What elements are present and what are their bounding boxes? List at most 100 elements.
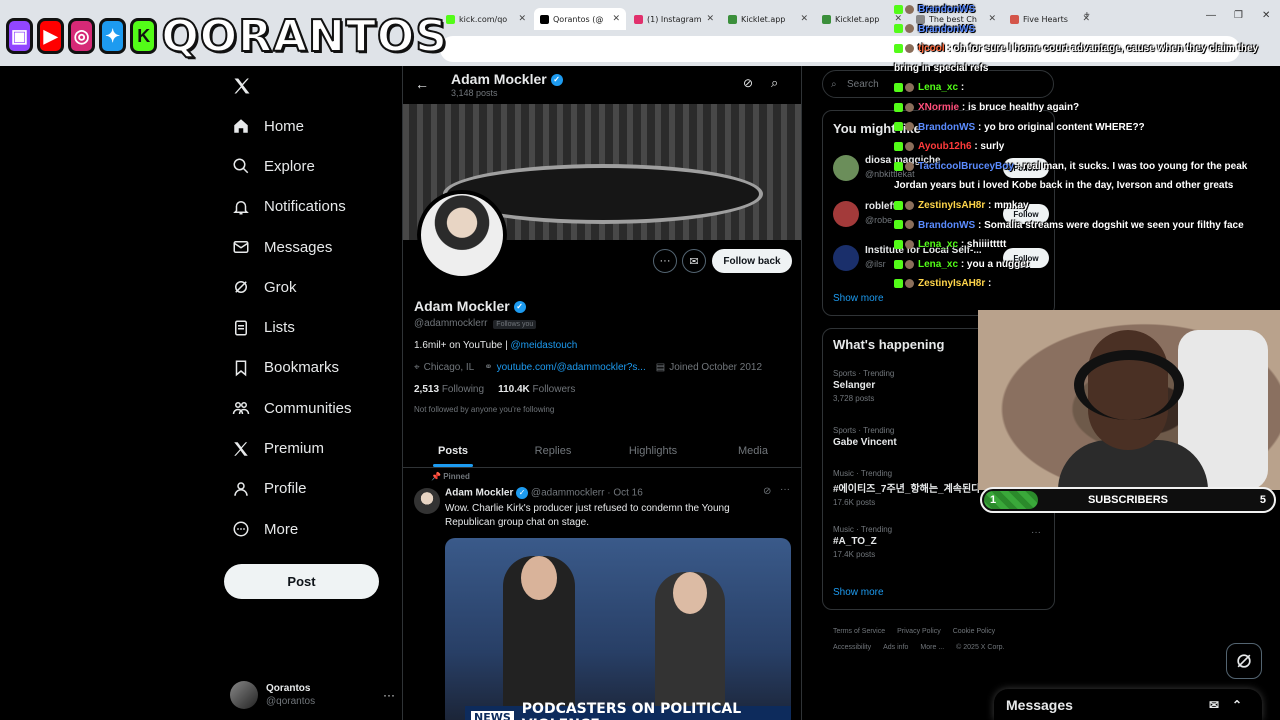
trend-more-icon[interactable]: ··· [1031,527,1041,538]
show-more-trends-link[interactable]: Show more [833,587,884,598]
messages-dock-label: Messages [1006,696,1073,713]
profile-tabs: Posts Replies Highlights Media [403,434,801,468]
footer-link[interactable]: Accessibility [833,644,871,651]
chat-username: ZestinyIsAH8r [918,200,986,211]
webcam-feed [978,310,1280,490]
tab-title: Kicklet.app [741,14,786,24]
following-label: Following [441,384,485,395]
chat-text: : oh for sure l home court advantage, ca… [947,43,1259,55]
verified-icon: ✓ [513,301,526,314]
expand-icon[interactable]: ⌃ [1232,698,1242,712]
search-icon[interactable]: ⌕ [771,75,778,91]
chat-message: bring in special refs [894,63,988,74]
mail-icon [233,241,249,254]
chat-badge-icon [905,102,914,112]
grok-summary-icon[interactable]: ⊘ [743,76,753,90]
post-author-avatar[interactable] [414,488,440,514]
nav-premium[interactable]: Premium [224,428,402,468]
followers-link[interactable]: 110.4K Followers [498,384,575,395]
nav-lists[interactable]: Lists [224,307,402,347]
chat-badge-icon [905,240,914,250]
chat-badge-icon [905,279,914,289]
nav-profile[interactable]: Profile [224,469,402,509]
header-title: Adam Mockler ✓ [451,71,563,87]
footer-link[interactable]: © 2025 X Corp. [956,644,1004,651]
account-switcher[interactable]: Qorantos @qorantos ··· [230,678,395,712]
nav-more[interactable]: More [224,509,402,549]
nav-notifications[interactable]: Notifications [224,187,402,227]
chat-message: Lena_xc : shiiiittttt [894,239,1006,250]
compose-message-icon[interactable]: ✉ [1209,698,1219,712]
chat-badge-icon [905,200,914,210]
grok-post-icon[interactable]: ⊘ [763,486,771,497]
nav-grok[interactable]: Grok [224,267,402,307]
nav-label: More [264,520,299,538]
nav-label: Lists [264,319,295,337]
profile-avatar[interactable] [417,190,507,280]
nav-home[interactable]: Home [224,106,402,146]
chat-username: Lena_xc [918,258,959,270]
show-more-link[interactable]: Show more [833,293,884,304]
tab-close-icon[interactable]: ✕ [612,14,620,24]
footer-link[interactable]: Privacy Policy [897,628,941,635]
post-button[interactable]: Post [224,564,379,599]
nav-explore[interactable]: Explore [224,146,402,186]
browser-tab[interactable]: kick.com/qo ✕ [440,8,532,30]
follow-back-button[interactable]: Follow back [712,249,792,273]
chat-username: BrandonWS [918,121,976,133]
footer-link[interactable]: Cookie Policy [953,628,995,635]
kick-badge-icon [894,161,903,171]
tab-highlights[interactable]: Highlights [603,434,703,467]
grok-floating-button[interactable] [1226,643,1262,679]
avatar [833,201,859,227]
chat-message: BrandonWS [894,4,975,15]
chat-message: XNormie : is bruce healthy again? [894,102,1079,113]
tab-close-icon[interactable]: ✕ [518,14,526,24]
bell-icon [233,200,249,215]
post-media-video[interactable]: NEWS PODCASTERS ON POLITICAL VIOLENCE [445,538,791,720]
kick-badge-icon [894,200,903,210]
chat-username: BrandonWS [918,23,976,35]
browser-tab[interactable]: (1) Instagram ✕ [628,8,720,30]
nav-label: Profile [264,480,307,498]
footer-link[interactable]: Ads info [883,644,908,651]
following-link[interactable]: 2,513 Following [414,384,484,395]
browser-tab[interactable]: Kicklet.app ✕ [722,8,814,30]
website-link[interactable]: youtube.com/@adammockler?s... [497,362,646,373]
chat-message: tjcool : oh for sure l home court advant… [894,43,1258,54]
communities-icon [232,402,250,415]
message-button[interactable]: ✉ [682,249,706,273]
tab-title: Qorantos (@ [553,14,604,24]
more-options-button[interactable]: ··· [653,249,677,273]
kick-badge-icon [894,4,903,14]
kick-badge-icon [894,24,903,34]
profile-column: ← Adam Mockler ✓ 3,148 posts ⊘ ⌕ ··· ✉ F… [402,66,802,720]
tab-close-icon[interactable]: ✕ [800,14,808,24]
tab-replies[interactable]: Replies [503,434,603,467]
bio-text: 1.6mil+ on YouTube | [414,340,511,351]
kick-badge-icon [894,83,903,93]
messages-dock[interactable]: Messages ✉ ⌃ [994,689,1262,720]
back-arrow-icon[interactable]: ← [415,76,429,92]
chat-badge-icon [905,220,914,230]
nav-communities[interactable]: Communities [224,388,402,428]
nav-messages[interactable]: Messages [224,227,402,267]
browser-tab[interactable]: Qorantos (@ ✕ [534,8,626,30]
instagram-icon: ◎ [68,18,96,54]
footer-link[interactable]: More ... [920,644,944,651]
profile-name-block: Adam Mockler ✓ [414,298,526,314]
post-more-icon[interactable]: ··· [780,484,790,495]
primary-nav: Home Explore Notifications Messages Grok… [224,106,402,549]
goal-current: 1 [990,494,997,506]
bio-link[interactable]: @meidastouch [510,340,577,351]
tab-media[interactable]: Media [703,434,801,467]
tab-posts[interactable]: Posts [403,434,503,467]
trend-item[interactable]: Music · Trending #A_TO_Z 17.4K posts [833,525,1033,559]
footer-link[interactable]: Terms of Service [833,628,885,635]
more-dots-icon[interactable]: ··· [383,688,395,702]
nav-bookmarks[interactable]: Bookmarks [224,348,402,388]
tab-close-icon[interactable]: ✕ [706,14,714,24]
post-author[interactable]: Adam Mockler [445,488,513,499]
x-logo-icon[interactable] [232,76,252,96]
account-handle: @qorantos [266,696,316,707]
